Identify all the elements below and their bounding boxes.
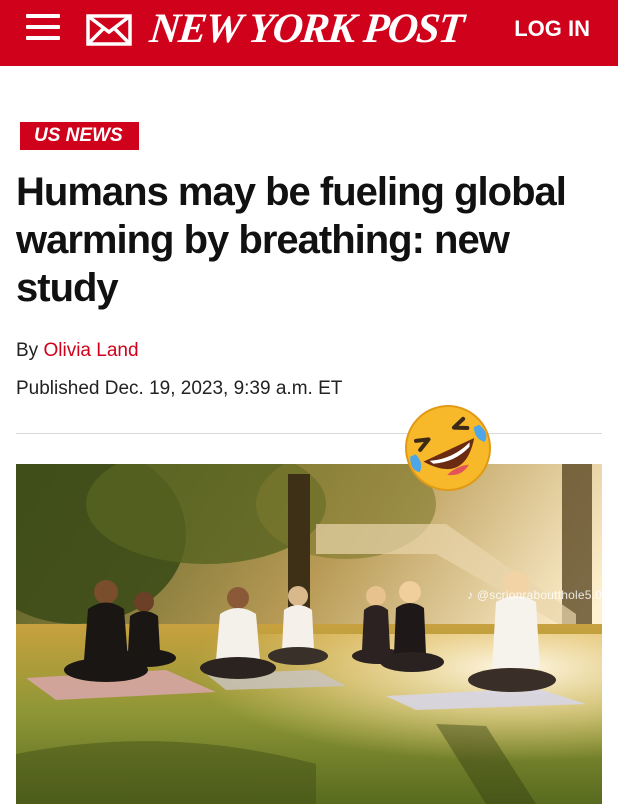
login-button[interactable]: LOG IN — [514, 16, 590, 42]
author-link[interactable]: Olivia Land — [43, 340, 138, 361]
yoga-scene-illustration — [16, 464, 602, 804]
published-date: Published Dec. 19, 2023, 9:39 a.m. ET — [16, 378, 343, 399]
site-logo[interactable]: NEW YORK POST — [148, 6, 471, 52]
site-header: NEW YORK POST LOG IN — [0, 0, 618, 66]
tiktok-watermark: ♪ @scrionraboutthole5.0 — [467, 588, 602, 602]
byline-prefix: By — [16, 340, 39, 361]
article-photo: ♪ @scrionraboutthole5.0 — [16, 464, 602, 804]
article-headline: Humans may be fueling global warming by … — [16, 170, 567, 310]
byline: By Olivia Land — [16, 340, 139, 362]
section-tag[interactable]: US NEWS — [20, 122, 139, 150]
hamburger-menu-icon[interactable] — [26, 14, 60, 44]
divider — [16, 433, 602, 434]
rolling-on-floor-laughing-emoji-icon — [405, 405, 491, 491]
mail-icon[interactable] — [86, 14, 132, 46]
